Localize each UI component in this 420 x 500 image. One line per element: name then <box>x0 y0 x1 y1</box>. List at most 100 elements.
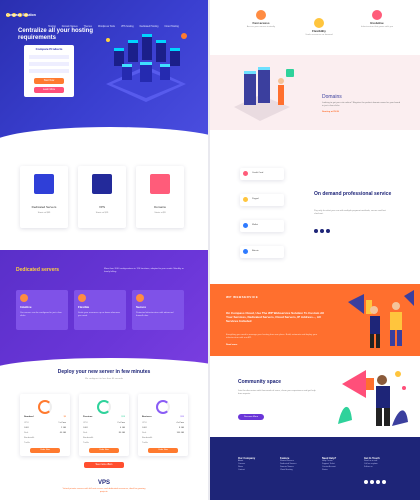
wp-webservice-section: WP WEBSERVICE On Compass Cloud, Use The … <box>210 284 420 356</box>
domains-link[interactable]: Starting at $9.99 <box>322 111 339 114</box>
plan-card[interactable]: Business $39 CPU 4 vCore RAM 8 GB Disk 1… <box>138 394 188 456</box>
hero-section: Compass Solution Hosting Domain Names Them… <box>0 0 208 145</box>
hero-title: Centralize all your hosting requirements <box>18 28 94 41</box>
compare-select[interactable] <box>29 69 69 73</box>
deploy-subtitle: We configure it in less than 60 seconds <box>84 378 124 380</box>
domains-section: Domains Looking to get your site online?… <box>210 55 420 130</box>
service-price: Starts at $99 <box>37 212 51 214</box>
domains-text: Looking to get your site online? Registe… <box>322 102 401 107</box>
domain-icon <box>150 174 170 194</box>
rocket-icon <box>256 10 266 20</box>
facebook-icon[interactable] <box>364 480 368 484</box>
plan-ring-icon <box>156 400 170 414</box>
learn-more-button[interactable]: Learn More <box>34 87 64 93</box>
footer-link[interactable]: Follow us <box>364 466 408 469</box>
linkedin-icon[interactable] <box>382 480 386 484</box>
see-more-button[interactable]: See more offers <box>84 462 124 468</box>
compare-select[interactable] <box>29 62 69 66</box>
wp-text: Everything you need to manage your hosti… <box>226 334 318 339</box>
plan-card[interactable]: Standard $9 CPU 1 vCore RAM 2 GB Disk 40… <box>20 394 70 456</box>
megaphone-people-illustration <box>348 290 414 348</box>
plan-cpu: 2 vCore <box>117 422 125 424</box>
plan-cpu: 1 vCore <box>58 422 66 424</box>
server-rack-icon <box>114 34 180 82</box>
flex-icon <box>314 18 324 28</box>
footer-link[interactable]: Cloud Hosting <box>280 469 316 472</box>
plan-row-label: Bandwidth <box>142 437 153 439</box>
plan-row-label: Traffic <box>83 442 89 444</box>
plan-ring-icon <box>38 400 52 414</box>
compare-select[interactable] <box>29 55 69 59</box>
service-name: Domains <box>154 205 166 209</box>
server-illustration <box>106 33 187 102</box>
wp-title: WP WEBSERVICE <box>226 295 259 299</box>
dedicated-section: Dedicated servers More than 2000 configu… <box>0 250 208 370</box>
twitter-icon[interactable] <box>370 480 374 484</box>
order-button[interactable]: Order Now <box>30 448 60 453</box>
plan-row-label: Disk <box>24 432 29 434</box>
order-button[interactable]: Order Now <box>89 448 119 453</box>
site-logo[interactable]: Compass Solution <box>6 13 36 17</box>
start-button[interactable]: Start Now <box>34 78 64 84</box>
feature-card[interactable]: Secure Protected infrastructure with adv… <box>132 290 184 330</box>
compare-box: Compare Products Start Now Learn More <box>24 45 74 97</box>
payment-card[interactable]: Credit Card <box>240 168 284 180</box>
footer-col: Need Help? Help Center Support Ticket Cr… <box>322 457 358 472</box>
plan-row-label: Bandwidth <box>24 437 35 439</box>
footer-col: Our Company About Careers News Contact <box>238 457 274 472</box>
wp-headline: On Compass Cloud, Use The WP Webservice … <box>226 311 324 323</box>
flexible-icon <box>78 294 86 302</box>
payment-card[interactable]: Paypal <box>240 194 284 206</box>
plan-row-label: RAM <box>83 427 88 429</box>
datacenter-illustration <box>234 67 294 121</box>
wp-link[interactable]: Read more <box>226 344 237 347</box>
plan-row-label: Disk <box>142 432 147 434</box>
vps-title: VPS <box>97 480 110 486</box>
vps-icon <box>92 174 112 194</box>
plan-row-label: CPU <box>142 422 147 424</box>
dedicated-title: Dedicated servers <box>16 267 60 273</box>
plan-row-label: CPU <box>83 422 88 424</box>
plan-price: $39 <box>180 416 184 418</box>
footer-link[interactable]: Status <box>322 469 358 472</box>
feature-card[interactable]: Intuitive Our servers can be configured … <box>16 290 68 330</box>
discover-button[interactable]: Discover More <box>238 414 264 420</box>
service-name: VPS <box>98 205 105 209</box>
feature-text: Infrastructure that grows with you <box>360 25 394 28</box>
plan-ram: 8 GB <box>179 427 184 429</box>
plan-label: Standard <box>24 416 34 418</box>
hero-wave <box>0 127 208 145</box>
service-card-vps[interactable]: VPS Starts at $19 <box>78 166 126 228</box>
feature-flexibility: Flexibility Scale resources on demand <box>294 18 344 37</box>
payment-card[interactable]: Bitcoin <box>240 246 284 258</box>
plan-row-label: Bandwidth <box>83 437 94 439</box>
server-icon <box>34 174 54 194</box>
plan-ssd: 80 GB <box>118 432 125 434</box>
service-name: Dedicated Servers <box>31 205 57 209</box>
plan-cpu: 4 vCore <box>176 422 184 424</box>
service-card-domains[interactable]: Domains Starts at $9 <box>136 166 184 228</box>
feature-fast: Fast access Access your servers instantl… <box>236 10 286 29</box>
twitter-icon[interactable] <box>320 229 324 233</box>
plan-row-label: Traffic <box>142 442 148 444</box>
service-card-dedicated[interactable]: Dedicated Servers Starts at $99 <box>20 166 68 228</box>
right-column: Fast access Access your servers instantl… <box>210 0 420 500</box>
payment-card[interactable]: Wallet <box>240 220 284 232</box>
footer-col: Feature Shared Servers Dedicated Servers… <box>280 457 316 472</box>
linkedin-icon[interactable] <box>326 229 330 233</box>
plan-row-label: CPU <box>24 422 29 424</box>
feature-card[interactable]: Flexible Scale your resources up or down… <box>74 290 126 330</box>
compare-title: Compare Products <box>35 47 63 51</box>
order-button[interactable]: Order Now <box>148 448 178 453</box>
feature-title: Flexible <box>78 305 90 309</box>
plan-row-label: Disk <box>83 432 88 434</box>
feature-text: Our servers can be configured in just a … <box>20 312 62 317</box>
plan-row-label: RAM <box>24 427 29 429</box>
payments-title: On demand professional service <box>314 191 392 197</box>
facebook-icon[interactable] <box>314 229 318 233</box>
instagram-icon[interactable] <box>376 480 380 484</box>
plan-card[interactable]: Premium $19 CPU 2 vCore RAM 4 GB Disk 80… <box>79 394 129 456</box>
footer-link[interactable]: Contact <box>238 469 274 472</box>
left-column: Compass Solution Hosting Domain Names Them… <box>0 0 208 500</box>
payment-name: Credit Card <box>252 172 264 174</box>
